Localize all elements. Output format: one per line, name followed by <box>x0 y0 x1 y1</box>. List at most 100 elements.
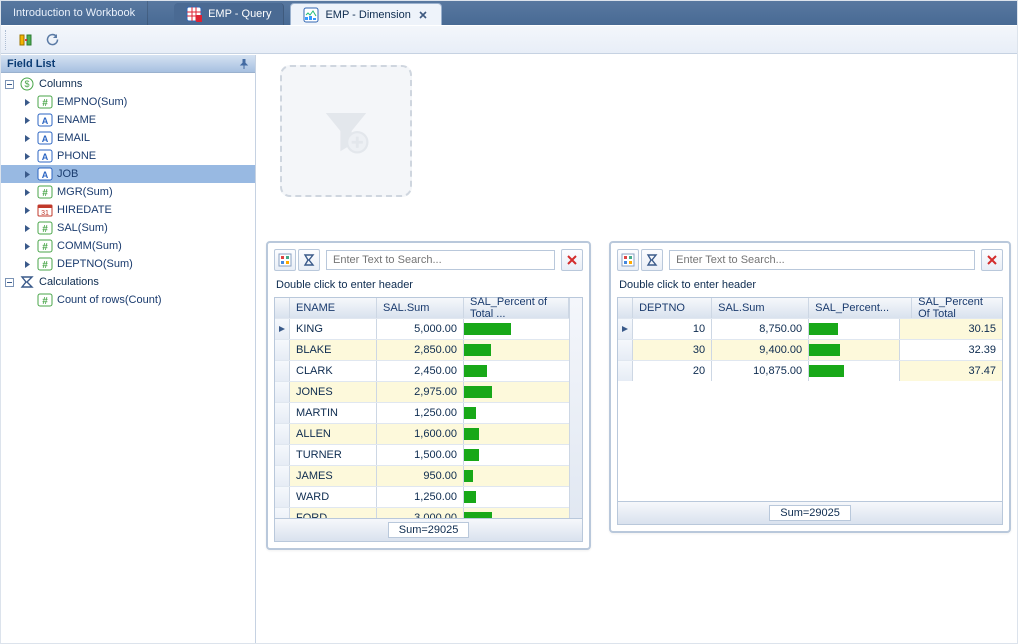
field-job[interactable]: AJOB <box>1 165 255 183</box>
field-commsum[interactable]: #COMM(Sum) <box>1 237 255 255</box>
table-row[interactable]: ALLEN1,600.00 <box>275 423 569 444</box>
card-sum-button[interactable] <box>298 249 320 271</box>
svg-text:#: # <box>42 296 48 307</box>
card-dept-search[interactable] <box>669 250 975 270</box>
expand-icon[interactable] <box>23 98 33 107</box>
col-ename[interactable]: ENAME <box>290 298 377 318</box>
field-salsum[interactable]: #SAL(Sum) <box>1 219 255 237</box>
pin-icon[interactable] <box>239 59 249 69</box>
cell-ename: JAMES <box>290 466 377 486</box>
expand-icon[interactable] <box>5 278 15 287</box>
cell-ename: KING <box>290 319 377 339</box>
field-label: ENAME <box>57 114 96 126</box>
cell-sal: 3,000.00 <box>377 508 464 518</box>
col-salpct[interactable]: SAL_Percent... <box>809 298 912 318</box>
table-row[interactable]: WARD1,250.00 <box>275 486 569 507</box>
card-emp-delete[interactable] <box>561 249 583 271</box>
expand-icon[interactable] <box>23 224 33 233</box>
table-row[interactable]: JONES2,975.00 <box>275 381 569 402</box>
row-indicator <box>275 361 290 381</box>
card-config-button[interactable] <box>274 249 296 271</box>
table-row[interactable]: JAMES950.00 <box>275 465 569 486</box>
row-indicator <box>275 508 290 518</box>
cell-pct-total: 37.47 <box>900 361 1002 381</box>
svg-text:A: A <box>42 116 49 126</box>
table-row[interactable]: MARTIN1,250.00 <box>275 402 569 423</box>
text-icon: A <box>37 148 53 164</box>
card-emp-toolbar <box>274 249 583 271</box>
svg-text:#: # <box>42 188 48 199</box>
cell-ename: JONES <box>290 382 377 402</box>
cell-sal: 950.00 <box>377 466 464 486</box>
grid-emp: ENAME SAL.Sum SAL_Percent of Total ... K… <box>274 297 583 542</box>
column-switch-button[interactable] <box>15 29 37 51</box>
expand-icon[interactable] <box>23 242 33 251</box>
cell-ename: ALLEN <box>290 424 377 444</box>
col-salpcttot[interactable]: SAL_Percent Of Total <box>912 298 1002 318</box>
cell-sal: 1,500.00 <box>377 445 464 465</box>
tab-intro-label: Introduction to Workbook <box>13 7 135 19</box>
table-row[interactable]: TURNER1,500.00 <box>275 444 569 465</box>
col-salpct[interactable]: SAL_Percent of Total ... <box>464 298 569 318</box>
field-email[interactable]: AEMAIL <box>1 129 255 147</box>
expand-icon[interactable] <box>23 116 33 125</box>
card-emp-search[interactable] <box>326 250 555 270</box>
expand-icon[interactable] <box>23 170 33 179</box>
cell-deptno: 10 <box>633 319 712 339</box>
cell-sal: 2,975.00 <box>377 382 464 402</box>
calc-countofrowscount[interactable]: ·#Count of rows(Count) <box>1 291 255 309</box>
app-toolbar <box>1 25 1017 54</box>
col-deptno[interactable]: DEPTNO <box>633 298 712 318</box>
field-deptnosum[interactable]: #DEPTNO(Sum) <box>1 255 255 273</box>
table-row[interactable]: FORD3,000.00 <box>275 507 569 518</box>
field-empnosum[interactable]: #EMPNO(Sum) <box>1 93 255 111</box>
table-row[interactable]: BLAKE2,850.00 <box>275 339 569 360</box>
cell-sal: 1,250.00 <box>377 403 464 423</box>
grid-icon <box>186 6 202 22</box>
table-row[interactable]: 309,400.0032.39 <box>618 339 1002 360</box>
filter-dropzone[interactable] <box>280 65 412 197</box>
table-row[interactable]: KING5,000.00 <box>275 318 569 339</box>
expand-icon[interactable] <box>5 80 15 89</box>
cell-sal: 2,850.00 <box>377 340 464 360</box>
expand-icon[interactable] <box>23 206 33 215</box>
expand-icon[interactable] <box>23 152 33 161</box>
cell-ename: MARTIN <box>290 403 377 423</box>
table-row[interactable]: CLARK2,450.00 <box>275 360 569 381</box>
app-root: Introduction to Workbook EMP - Query EMP… <box>0 0 1018 644</box>
svg-text:$: $ <box>24 79 29 89</box>
field-mgrsum[interactable]: #MGR(Sum) <box>1 183 255 201</box>
field-label: EMPNO(Sum) <box>57 96 127 108</box>
refresh-button[interactable] <box>41 29 63 51</box>
tab-emp-dimension[interactable]: EMP - Dimension <box>290 3 441 25</box>
row-indicator <box>275 319 290 339</box>
hash-icon: # <box>37 238 53 254</box>
columns-node[interactable]: $ Columns <box>1 75 255 93</box>
card-emp-header-hint[interactable]: Double click to enter header <box>274 271 583 297</box>
expand-icon[interactable] <box>23 188 33 197</box>
row-indicator <box>618 319 633 339</box>
card-sum-button[interactable] <box>641 249 663 271</box>
col-salsum[interactable]: SAL.Sum <box>377 298 464 318</box>
table-row[interactable]: 2010,875.0037.47 <box>618 360 1002 381</box>
tab-emp-query-label: EMP - Query <box>208 8 271 20</box>
calculations-node[interactable]: Calculations <box>1 273 255 291</box>
col-salsum[interactable]: SAL.Sum <box>712 298 809 318</box>
field-list-panel: Field List $ Columns #EMPNO(Sum)AENAMEAE… <box>1 55 256 643</box>
tab-intro[interactable]: Introduction to Workbook <box>1 1 148 25</box>
table-row[interactable]: 108,750.0030.15 <box>618 318 1002 339</box>
card-config-button[interactable] <box>617 249 639 271</box>
expand-icon[interactable] <box>23 134 33 143</box>
field-hiredate[interactable]: 31HIREDATE <box>1 201 255 219</box>
tab-emp-query[interactable]: EMP - Query <box>174 3 284 25</box>
card-dept-header-hint[interactable]: Double click to enter header <box>617 271 1003 297</box>
card-dept-delete[interactable] <box>981 249 1003 271</box>
field-phone[interactable]: APHONE <box>1 147 255 165</box>
text-icon: A <box>37 112 53 128</box>
scrollbar[interactable] <box>569 298 582 518</box>
cell-ename: BLAKE <box>290 340 377 360</box>
close-tab-button[interactable] <box>417 9 429 21</box>
field-ename[interactable]: A ENAME <box>1 111 255 129</box>
columns-label: Columns <box>39 78 82 90</box>
expand-icon[interactable] <box>23 260 33 269</box>
